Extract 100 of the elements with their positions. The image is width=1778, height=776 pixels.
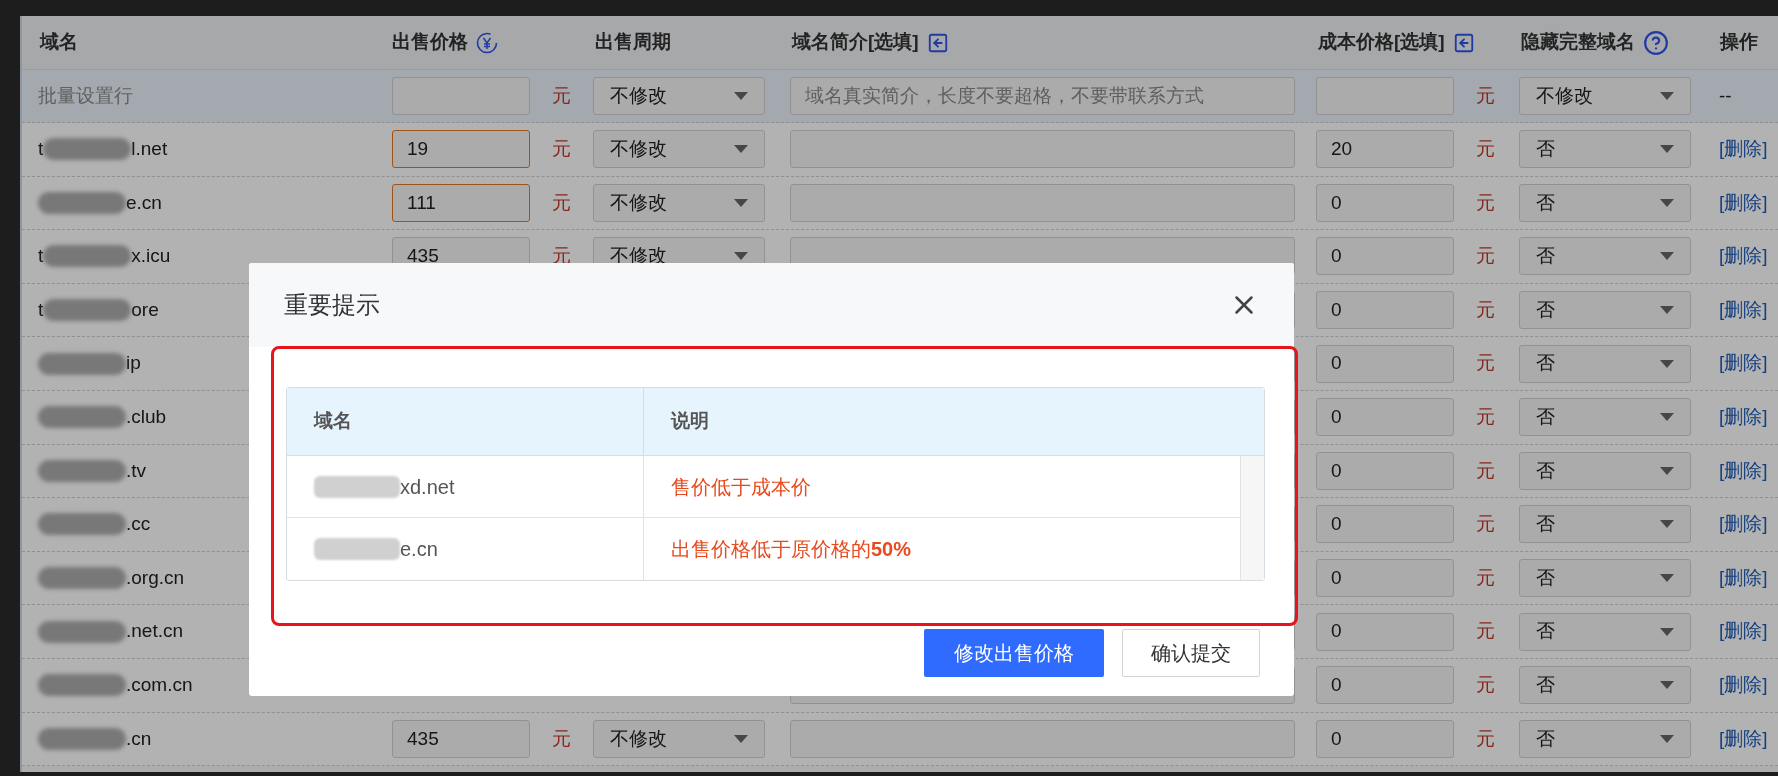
hide-select[interactable]: 否 bbox=[1519, 719, 1691, 758]
help-icon[interactable] bbox=[1643, 29, 1669, 56]
period-select[interactable]: 不修改 bbox=[593, 130, 765, 169]
delete-link[interactable]: [删除] bbox=[1719, 295, 1768, 325]
action-text: -- bbox=[1719, 83, 1732, 108]
domain-name: .net.cn bbox=[38, 617, 184, 646]
column-header: 隐藏完整域名 bbox=[1521, 30, 1635, 55]
price-input[interactable]: 19 bbox=[392, 130, 530, 169]
hide-select[interactable]: 否 bbox=[1519, 237, 1691, 276]
cost-input[interactable]: 0 bbox=[1316, 612, 1454, 651]
caret-icon bbox=[1660, 198, 1674, 207]
unit-label: 元 bbox=[552, 137, 571, 162]
column-header: 域名 bbox=[314, 409, 352, 434]
secondary-button[interactable]: 确认提交 bbox=[1122, 629, 1260, 677]
price-input[interactable]: 111 bbox=[392, 183, 530, 222]
delete-link[interactable]: [删除] bbox=[1719, 188, 1768, 218]
currency-exchange-icon[interactable] bbox=[476, 31, 498, 54]
price-input[interactable]: 435 bbox=[392, 719, 530, 758]
price-input[interactable] bbox=[392, 77, 530, 115]
unit-label: 元 bbox=[1476, 351, 1495, 376]
domain-name: t l.net bbox=[38, 137, 168, 163]
column-header: 成本价格[选填] bbox=[1318, 30, 1445, 55]
caret-icon bbox=[734, 198, 748, 207]
delete-link[interactable]: [删除] bbox=[1719, 135, 1768, 164]
caret-icon bbox=[1660, 92, 1674, 100]
intro-input[interactable] bbox=[790, 719, 1295, 758]
column-header: 域名简介[选填] bbox=[792, 30, 919, 55]
cost-input[interactable]: 0 bbox=[1316, 719, 1454, 758]
caret-icon bbox=[1660, 466, 1674, 475]
unit-label: 元 bbox=[1476, 83, 1495, 108]
hide-select[interactable]: 否 bbox=[1519, 130, 1691, 169]
caret-icon bbox=[1660, 734, 1674, 743]
intro-input[interactable] bbox=[790, 130, 1295, 169]
hide-select[interactable]: 否 bbox=[1519, 559, 1691, 598]
delete-link[interactable]: [删除] bbox=[1719, 403, 1768, 432]
warning-text: 售价低于成本价 bbox=[670, 474, 811, 500]
hide-select[interactable]: 否 bbox=[1519, 398, 1691, 437]
unit-label: 元 bbox=[1476, 726, 1495, 751]
delete-link[interactable]: [删除] bbox=[1719, 671, 1768, 700]
unit-label: 元 bbox=[1476, 458, 1495, 483]
primary-button[interactable]: 修改出售价格 bbox=[924, 629, 1104, 677]
period-select[interactable]: 不修改 bbox=[593, 719, 765, 758]
caret-icon bbox=[1660, 306, 1674, 315]
cost-input[interactable]: 0 bbox=[1316, 666, 1454, 705]
unit-label: 元 bbox=[1476, 565, 1495, 590]
delete-link[interactable]: [删除] bbox=[1719, 456, 1768, 486]
cost-input[interactable]: 0 bbox=[1316, 398, 1454, 437]
column-header: 操作 bbox=[1720, 30, 1758, 55]
row-label: 批量设置行 bbox=[38, 84, 133, 106]
cost-input[interactable]: 20 bbox=[1316, 130, 1454, 169]
cost-input[interactable]: 0 bbox=[1316, 291, 1454, 330]
caret-icon bbox=[1660, 681, 1674, 690]
cost-input[interactable] bbox=[1316, 77, 1454, 115]
delete-link[interactable]: [删除] bbox=[1719, 617, 1768, 646]
unit-label: 元 bbox=[1476, 619, 1495, 644]
period-select[interactable]: 不修改 bbox=[593, 183, 765, 222]
hide-select[interactable]: 否 bbox=[1519, 183, 1691, 222]
column-header: 说明 bbox=[671, 410, 709, 432]
unit-label: 元 bbox=[1476, 244, 1495, 269]
caret-icon bbox=[734, 92, 748, 100]
delete-link[interactable]: [删除] bbox=[1719, 349, 1768, 378]
import-icon[interactable] bbox=[1452, 31, 1475, 54]
hide-select[interactable]: 否 bbox=[1519, 505, 1691, 544]
column-header: 域名 bbox=[40, 30, 78, 55]
domain-name: xd.net bbox=[314, 471, 455, 502]
delete-link[interactable]: [删除] bbox=[1719, 563, 1768, 593]
cost-input[interactable]: 0 bbox=[1316, 344, 1454, 383]
caret-icon bbox=[1660, 520, 1674, 529]
cost-input[interactable]: 0 bbox=[1316, 559, 1454, 598]
hide-select[interactable]: 否 bbox=[1519, 451, 1691, 490]
hide-select[interactable]: 否 bbox=[1519, 344, 1691, 383]
delete-link[interactable]: [删除] bbox=[1719, 242, 1768, 271]
delete-link[interactable]: [删除] bbox=[1719, 510, 1768, 539]
caret-icon bbox=[1660, 145, 1674, 154]
hide-select[interactable]: 否 bbox=[1519, 612, 1691, 651]
unit-label: 元 bbox=[1476, 190, 1495, 215]
hide-select[interactable]: 不修改 bbox=[1519, 77, 1691, 115]
warning-text: 出售价格低于原价格的50% bbox=[670, 537, 912, 562]
import-icon[interactable] bbox=[926, 31, 949, 54]
unit-label: 元 bbox=[1476, 297, 1495, 322]
delete-link[interactable]: [删除] bbox=[1719, 724, 1768, 754]
period-select[interactable]: 不修改 bbox=[593, 77, 765, 115]
unit-label: 元 bbox=[552, 726, 571, 751]
caret-icon bbox=[734, 734, 748, 743]
intro-input[interactable] bbox=[790, 183, 1295, 222]
cost-input[interactable]: 0 bbox=[1316, 237, 1454, 276]
caret-icon bbox=[1660, 574, 1674, 583]
caret-icon bbox=[734, 145, 748, 154]
unit-label: 元 bbox=[1476, 137, 1495, 162]
domain-name: t x.icu bbox=[38, 244, 171, 270]
unit-label: 元 bbox=[552, 190, 571, 215]
caret-icon bbox=[1660, 359, 1674, 368]
domain-name: .org.cn bbox=[38, 563, 185, 593]
cost-input[interactable]: 0 bbox=[1316, 505, 1454, 544]
hide-select[interactable]: 否 bbox=[1519, 291, 1691, 330]
cost-input[interactable]: 0 bbox=[1316, 183, 1454, 222]
domain-name: .com.cn bbox=[38, 671, 193, 700]
cost-input[interactable]: 0 bbox=[1316, 451, 1454, 490]
unit-label: 元 bbox=[552, 83, 571, 108]
hide-select[interactable]: 否 bbox=[1519, 666, 1691, 705]
